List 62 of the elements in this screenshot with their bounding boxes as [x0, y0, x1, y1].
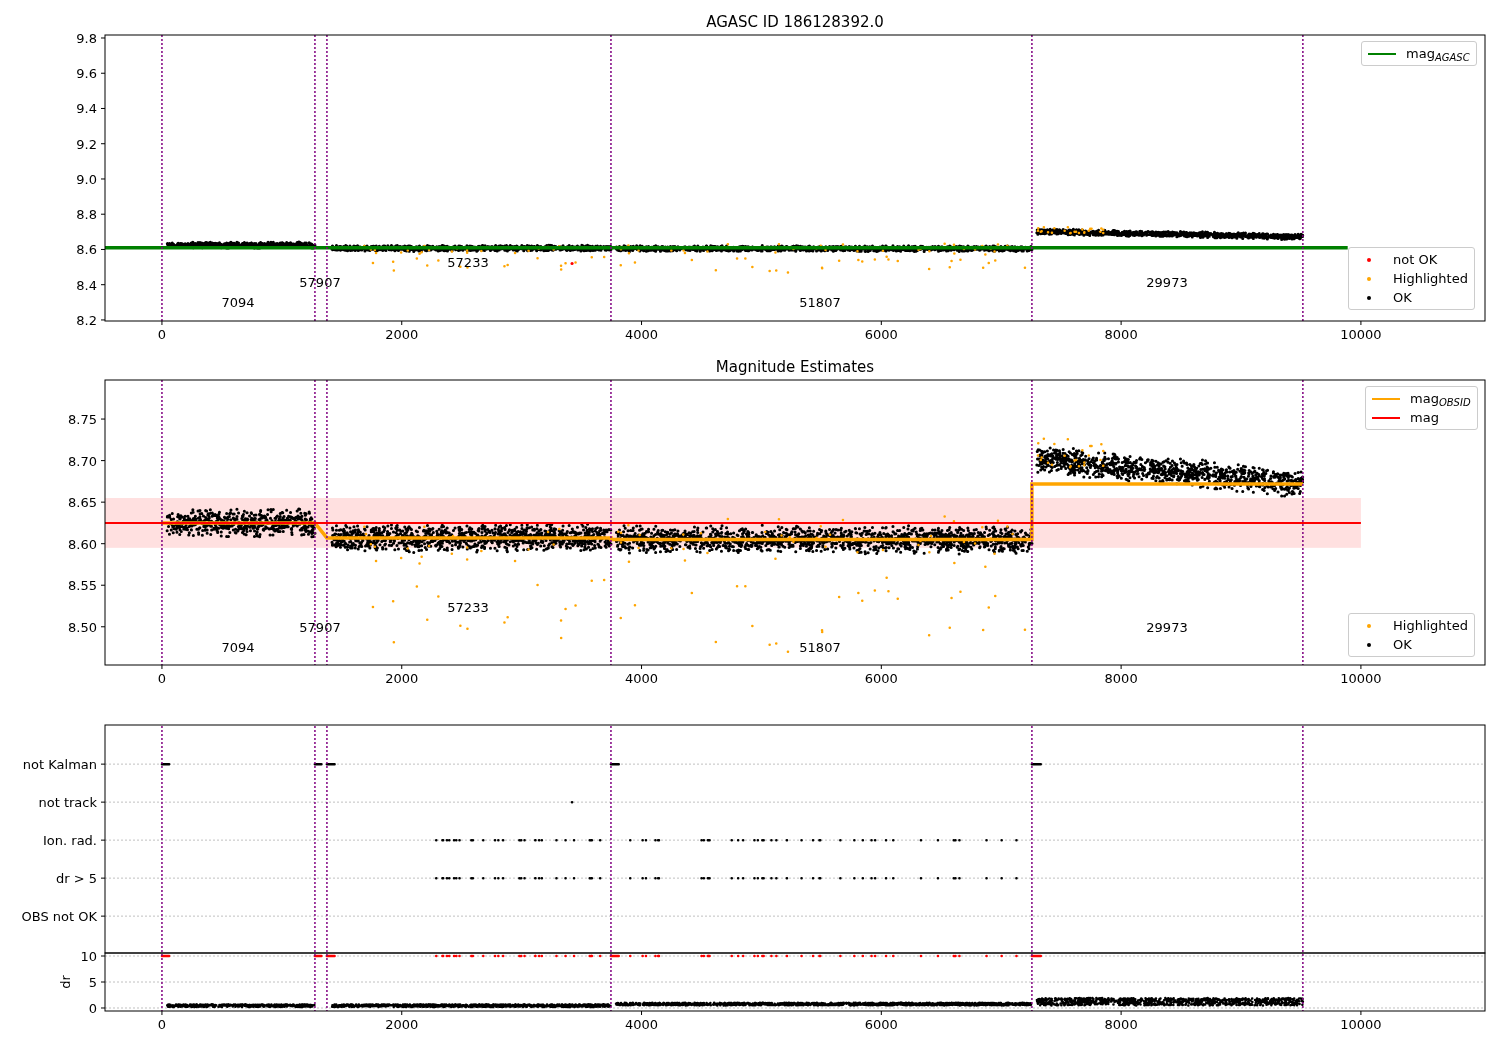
tick-label: 8.4: [76, 277, 97, 293]
tick-label: 10000: [1340, 327, 1382, 342]
tick-label: 0: [157, 671, 167, 686]
chart-title: AGASC ID 186128392.0: [706, 13, 884, 31]
tick-label: 2000: [385, 671, 419, 686]
tick-label: 6000: [864, 671, 898, 686]
tick-label: 9.8: [76, 31, 97, 46]
legend-label: mag$_{AGASC}$: [1406, 45, 1470, 62]
tick-label: 9.0: [76, 171, 97, 187]
legend-label: mag$_{OBSID}$: [1410, 390, 1471, 407]
obsid-label: 29973: [1146, 620, 1188, 635]
tick-label: 4000: [625, 327, 659, 342]
tick-label: 10000: [1340, 671, 1382, 686]
obsid-label: 7094: [221, 295, 255, 310]
tick-label: 8.60: [68, 536, 97, 552]
tick-label: 9.2: [76, 136, 97, 152]
tick-label: 2000: [385, 1017, 419, 1032]
obsid-label: 7094: [221, 640, 255, 655]
obsid-label: 51807: [799, 640, 841, 655]
tick-label: 8.2: [76, 312, 97, 328]
obsid-label: 57233: [447, 600, 489, 615]
obsid-label: 51807: [799, 295, 841, 310]
legend-label: Highlighted: [1393, 270, 1468, 287]
tick-label: 9.4: [76, 101, 97, 117]
tick-label: 2000: [385, 327, 419, 342]
tick-label: 10: [80, 949, 97, 964]
legend-label: Highlighted: [1393, 617, 1468, 634]
tick-label: 8.70: [68, 453, 97, 469]
tick-label: 10000: [1340, 1017, 1382, 1032]
legend-label: OK: [1393, 289, 1412, 306]
tick-label: OBS not OK: [21, 909, 97, 925]
tick-label: 0: [88, 1001, 97, 1016]
tick-label: 4000: [625, 1017, 659, 1032]
tick-label: 8000: [1104, 671, 1138, 686]
tick-label: 8.55: [68, 578, 97, 594]
obsid-label: 57233: [447, 255, 489, 270]
legend-label: not OK: [1393, 251, 1438, 268]
tick-label: 8000: [1104, 327, 1138, 342]
tick-label: 0: [157, 1017, 167, 1032]
tick-label: 8000: [1104, 1017, 1138, 1032]
tick-label: dr > 5: [55, 871, 97, 887]
tick-label: 0: [157, 327, 167, 342]
tick-label: 9.6: [76, 66, 97, 82]
tick-label: 4000: [625, 671, 659, 686]
tick-label: 8.8: [76, 207, 97, 223]
legend-label: OK: [1393, 636, 1412, 653]
tick-label: 8.65: [68, 495, 97, 511]
legend-label: mag: [1410, 409, 1439, 426]
tick-label: 8.75: [68, 412, 97, 428]
tick-label: 8.6: [76, 242, 97, 258]
tick-label: 8.50: [68, 619, 97, 635]
tick-label: not track: [38, 795, 97, 811]
obsid-label: 29973: [1146, 275, 1188, 290]
tick-label: 5: [88, 975, 97, 990]
tick-label: not Kalman: [22, 757, 97, 773]
tick-label: 6000: [864, 327, 898, 342]
axis-label: dr: [58, 975, 73, 989]
chart-title: Magnitude Estimates: [715, 358, 875, 376]
tick-label: 6000: [864, 1017, 898, 1032]
obsid-label: 57907: [299, 620, 341, 635]
tick-label: Ion. rad.: [43, 833, 97, 849]
obsid-label: 57907: [299, 275, 341, 290]
